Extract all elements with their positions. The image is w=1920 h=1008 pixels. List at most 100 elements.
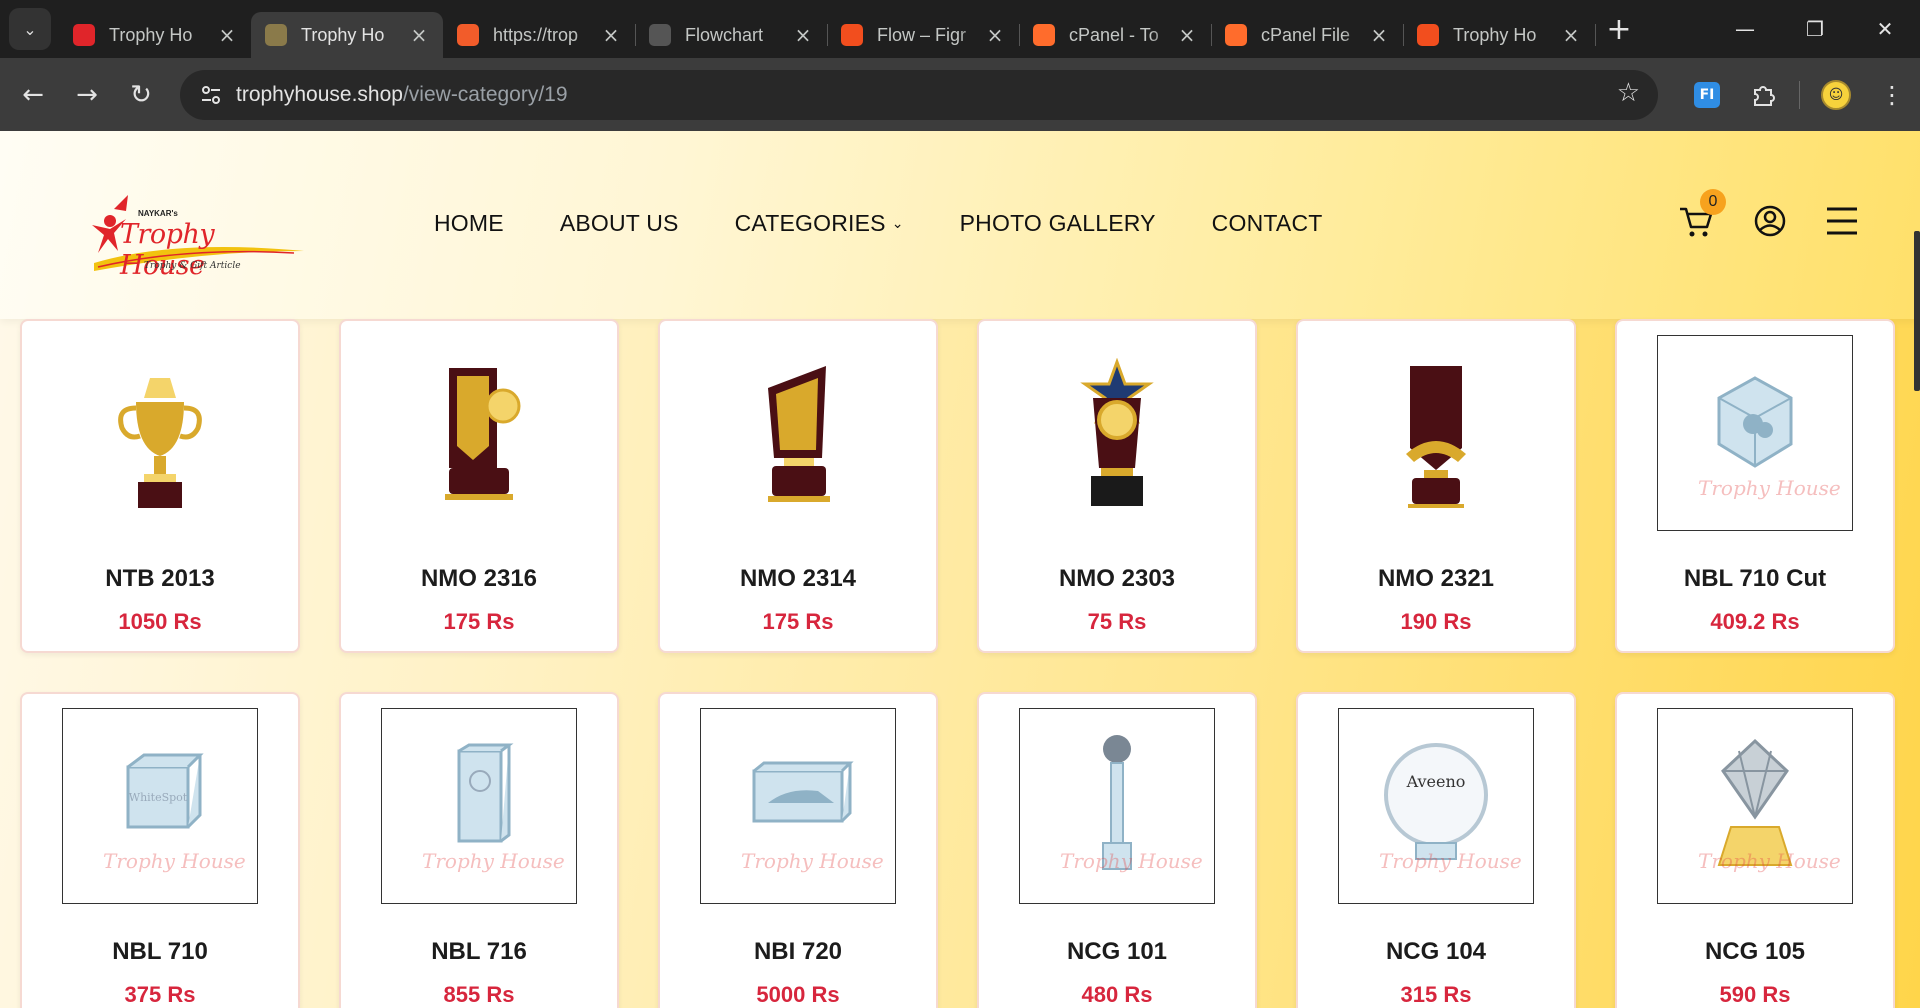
product-name[interactable]: NBL 710 Cut xyxy=(1617,565,1893,593)
account-button[interactable] xyxy=(1750,201,1790,241)
product-card[interactable]: Trophy House NBI 720 5000 Rs xyxy=(658,692,938,1008)
user-circle-icon xyxy=(1754,205,1786,237)
product-image[interactable]: Trophy House xyxy=(1019,708,1215,904)
back-button[interactable]: ← xyxy=(6,68,60,122)
close-tab-icon[interactable]: × xyxy=(1561,23,1581,47)
product-image[interactable] xyxy=(700,335,896,531)
browser-menu-button[interactable]: ⋮ xyxy=(1864,67,1920,123)
product-name[interactable]: NMO 2316 xyxy=(341,565,617,593)
product-name[interactable]: NMO 2314 xyxy=(660,565,936,593)
main-nav: HOME ABOUT US CATEGORIES ⌄ PHOTO GALLERY … xyxy=(434,210,1379,237)
tab-title: Trophy Ho xyxy=(301,24,385,45)
nav-home[interactable]: HOME xyxy=(434,210,504,237)
crystal-pillar-trophy-icon xyxy=(1102,735,1132,870)
url-text: trophyhouse.shop/view-category/19 xyxy=(236,83,568,107)
profile-button[interactable]: ☺ xyxy=(1808,67,1864,123)
product-price: 190 Rs xyxy=(1400,609,1472,634)
product-image[interactable]: Aveeno Trophy House xyxy=(1338,708,1534,904)
product-card[interactable]: Trophy House NCG 105 590 Rs xyxy=(1615,692,1895,1008)
close-tab-icon[interactable]: × xyxy=(409,23,429,47)
product-name[interactable]: NTB 2013 xyxy=(22,565,298,593)
crystal-cube-cut-icon xyxy=(1717,376,1793,468)
product-card[interactable]: WhiteSpot Trophy House NBL 710 375 Rs xyxy=(20,692,300,1008)
star-wreath-trophy-icon xyxy=(1080,358,1154,506)
product-name[interactable]: NCG 104 xyxy=(1298,938,1574,966)
product-name[interactable]: NBI 720 xyxy=(660,938,936,966)
product-price: 75 Rs xyxy=(1087,609,1147,634)
product-image[interactable] xyxy=(1019,335,1215,531)
avatar: ☺ xyxy=(1821,79,1851,110)
product-name[interactable]: NBL 716 xyxy=(341,938,617,966)
restore-button[interactable]: ❐ xyxy=(1780,0,1850,58)
minimize-button[interactable]: — xyxy=(1710,0,1780,58)
extensions-button[interactable] xyxy=(1735,67,1791,123)
product-name[interactable]: NMO 2321 xyxy=(1298,565,1574,593)
product-price: 1050 Rs xyxy=(118,609,202,634)
forward-button[interactable]: → xyxy=(60,68,114,122)
hamburger-menu-button[interactable] xyxy=(1822,201,1862,241)
product-image[interactable]: Trophy House xyxy=(700,708,896,904)
product-card[interactable]: Trophy House NBL 716 855 Rs xyxy=(339,692,619,1008)
product-card[interactable]: NMO 2321 190 Rs xyxy=(1296,319,1576,653)
product-card[interactable]: Trophy House NBL 710 Cut 409.2 Rs xyxy=(1615,319,1895,653)
close-tab-icon[interactable]: × xyxy=(985,23,1005,47)
nav-about-us[interactable]: ABOUT US xyxy=(560,210,679,237)
close-tab-icon[interactable]: × xyxy=(1369,23,1389,47)
crystal-diamond-gold-base-icon xyxy=(1717,738,1793,866)
browser-tab[interactable]: Flowchart × xyxy=(635,12,828,58)
product-name[interactable]: NMO 2303 xyxy=(979,565,1255,593)
address-bar[interactable]: trophyhouse.shop/view-category/19 ☆ xyxy=(180,70,1658,120)
tab-search-button[interactable]: ⌄ xyxy=(9,8,51,50)
close-tab-icon[interactable]: × xyxy=(217,23,237,47)
product-card[interactable]: NMO 2303 75 Rs xyxy=(977,319,1257,653)
product-image[interactable] xyxy=(1338,335,1534,531)
close-tab-icon[interactable]: × xyxy=(1177,23,1197,47)
product-card[interactable]: Trophy House NCG 101 480 Rs xyxy=(977,692,1257,1008)
browser-tab[interactable]: cPanel - To × xyxy=(1019,12,1212,58)
product-card[interactable]: NTB 2013 1050 Rs xyxy=(20,319,300,653)
scrollbar-thumb[interactable] xyxy=(1914,231,1920,391)
close-window-button[interactable]: ✕ xyxy=(1850,0,1920,58)
crystal-cube-icon: WhiteSpot xyxy=(126,753,204,829)
extension-fi-button[interactable]: FI xyxy=(1679,67,1735,123)
browser-tab[interactable]: Trophy Ho × xyxy=(251,12,443,58)
logo-small-text: NAYKAR's xyxy=(138,209,178,218)
product-image[interactable] xyxy=(62,335,258,531)
new-tab-button[interactable]: + xyxy=(1599,9,1639,49)
openai-icon xyxy=(649,24,671,46)
bookmark-star-icon[interactable]: ☆ xyxy=(1617,78,1640,108)
tab-title: cPanel - To xyxy=(1069,24,1159,45)
site-logo[interactable]: NAYKAR's Trophy House Trophy & Gift Arti… xyxy=(84,181,304,281)
product-name[interactable]: NCG 101 xyxy=(979,938,1255,966)
browser-tab[interactable]: Flow – Figr × xyxy=(827,12,1020,58)
nav-categories[interactable]: CATEGORIES ⌄ xyxy=(735,210,904,237)
product-image[interactable]: Trophy House xyxy=(1657,708,1853,904)
product-image[interactable] xyxy=(381,335,577,531)
cart-count-badge: 0 xyxy=(1700,189,1726,215)
product-card[interactable]: Aveeno Trophy House NCG 104 315 Rs xyxy=(1296,692,1576,1008)
product-name[interactable]: NBL 710 xyxy=(22,938,298,966)
nav-contact[interactable]: CONTACT xyxy=(1212,210,1323,237)
tab-title: Trophy Ho xyxy=(1453,24,1537,45)
reload-button[interactable]: ↻ xyxy=(114,68,168,122)
browser-tab[interactable]: Trophy Ho × xyxy=(59,12,252,58)
tab-title: https://trop xyxy=(493,24,579,45)
site-info-button[interactable] xyxy=(186,70,236,120)
product-image[interactable]: Trophy House xyxy=(381,708,577,904)
product-image[interactable]: Trophy House xyxy=(1657,335,1853,531)
more-vert-icon: ⋮ xyxy=(1880,80,1904,109)
product-name[interactable]: NCG 105 xyxy=(1617,938,1893,966)
product-card[interactable]: NMO 2316 175 Rs xyxy=(339,319,619,653)
url-host: trophyhouse.shop xyxy=(236,83,403,106)
nav-photo-gallery[interactable]: PHOTO GALLERY xyxy=(960,210,1156,237)
browser-tab[interactable]: Trophy Ho × xyxy=(1403,12,1596,58)
cart-button[interactable]: 0 xyxy=(1676,189,1726,241)
browser-tab[interactable]: https://trop × xyxy=(443,12,636,58)
browser-tab[interactable]: cPanel File × xyxy=(1211,12,1404,58)
close-tab-icon[interactable]: × xyxy=(601,23,621,47)
page-scrollbar[interactable] xyxy=(1914,131,1920,1008)
product-card[interactable]: NMO 2314 175 Rs xyxy=(658,319,938,653)
product-image[interactable]: WhiteSpot Trophy House xyxy=(62,708,258,904)
site-header: NAYKAR's Trophy House Trophy & Gift Arti… xyxy=(0,131,1920,319)
close-tab-icon[interactable]: × xyxy=(793,23,813,47)
